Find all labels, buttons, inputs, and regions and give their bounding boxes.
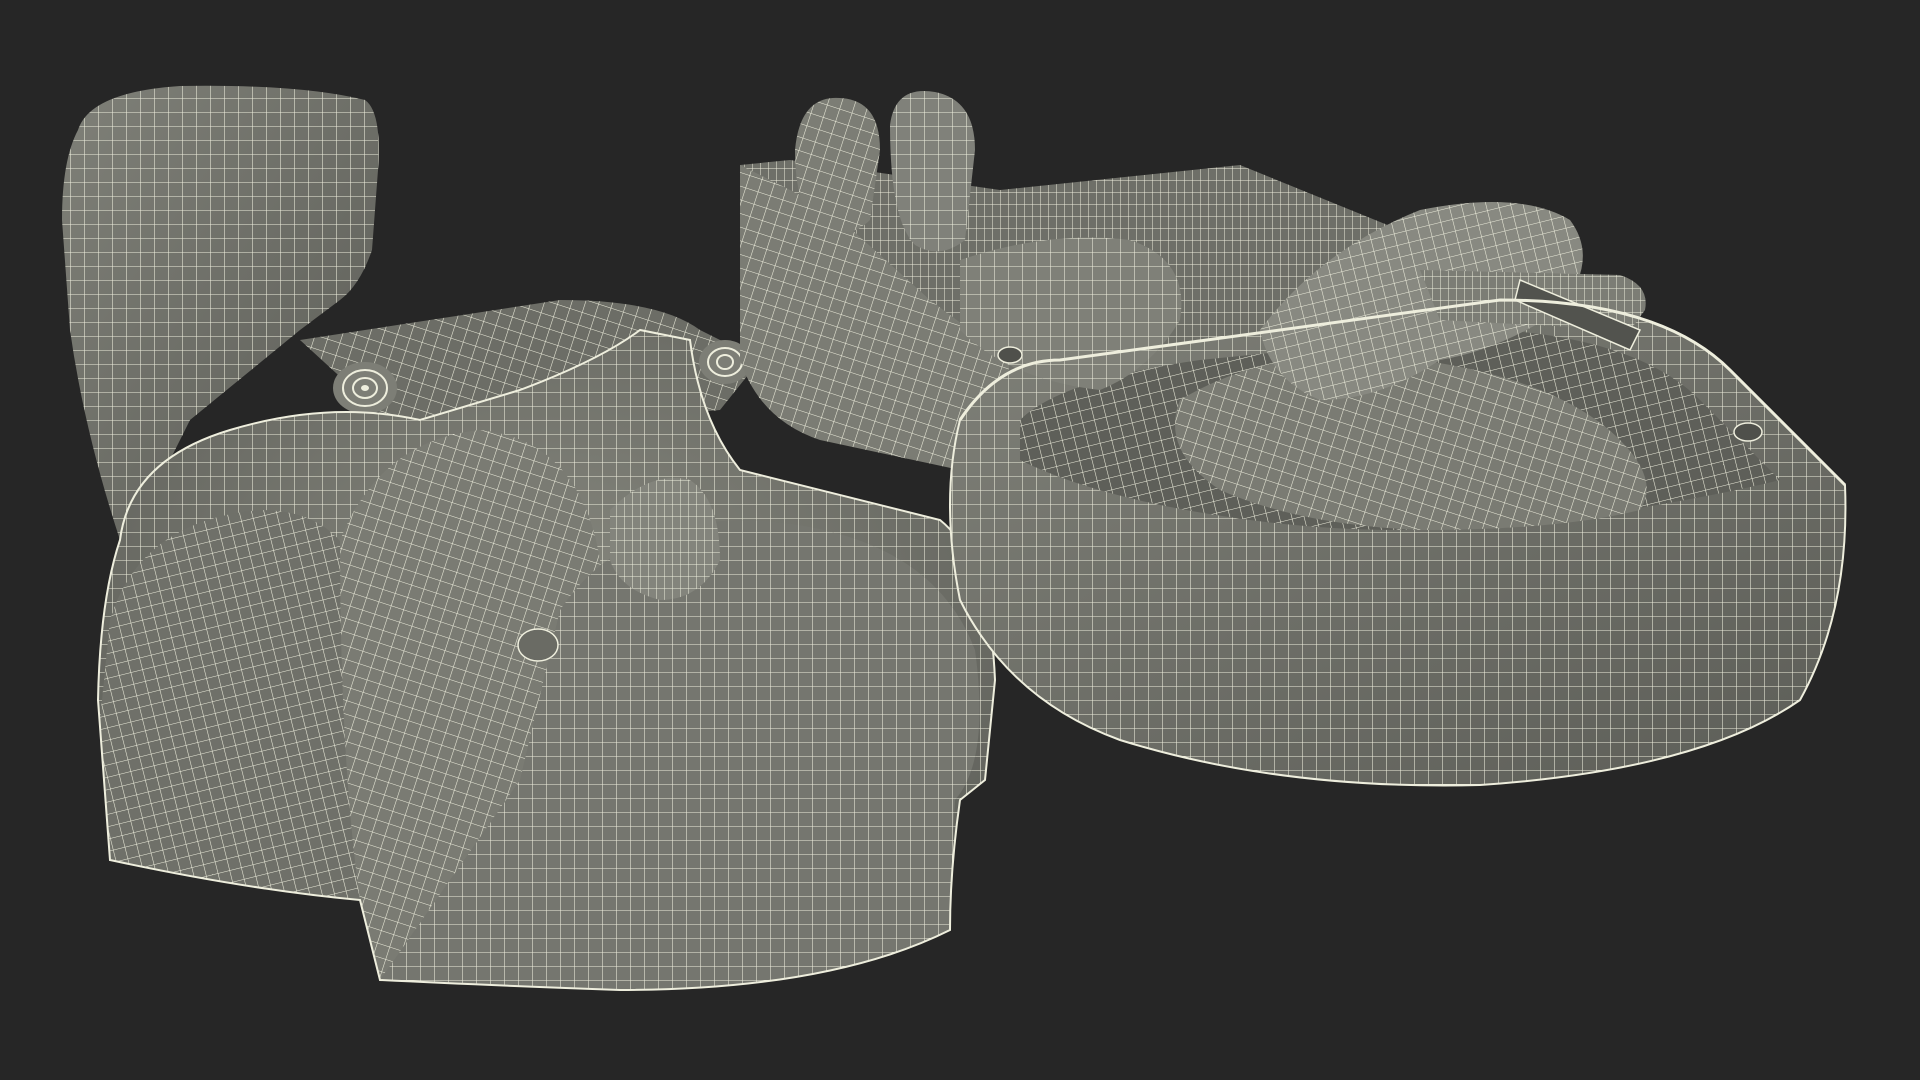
left-knob <box>333 362 397 414</box>
rim-hole-right <box>1733 422 1763 442</box>
wireframe-scene <box>62 85 1847 992</box>
render-viewport <box>0 0 1920 1080</box>
rim-hole-left <box>997 346 1023 364</box>
bottom-recess <box>517 628 559 662</box>
